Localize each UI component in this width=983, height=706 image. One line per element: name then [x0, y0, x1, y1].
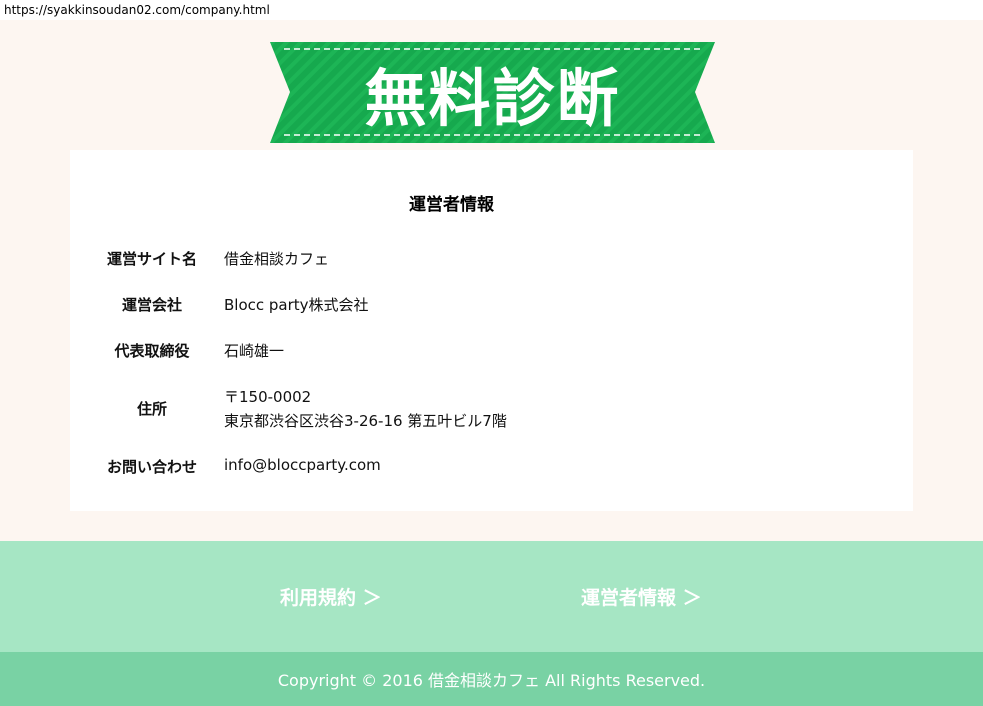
address-bar[interactable]: https://syakkinsoudan02.com/company.html — [0, 0, 983, 20]
contact-email[interactable]: info@bloccparty.com — [224, 456, 381, 474]
company-info-title: 運営者情報 — [409, 195, 494, 215]
footer-nav: 利用規約 ＞ 運営者情報 ＞ — [0, 541, 983, 652]
row-label: お問い合わせ — [106, 458, 197, 476]
row-value: 石崎雄一 — [224, 342, 285, 360]
banner-title: 無料診断 — [364, 61, 621, 135]
postal-code: 〒150-0002 — [224, 388, 312, 406]
row-label: 運営サイト名 — [106, 250, 197, 268]
terms-link[interactable]: 利用規約 ＞ — [280, 583, 382, 610]
copyright-text: Copyright © 2016 借金相談カフェ All Rights Rese… — [277, 671, 706, 690]
row-label: 代表取締役 — [114, 342, 190, 360]
row-label: 運営会社 — [121, 296, 182, 314]
row-label: 住所 — [136, 400, 167, 418]
operator-info-link[interactable]: 運営者情報 ＞ — [581, 583, 702, 610]
row-value: Blocc party株式会社 — [224, 296, 369, 314]
row-value: 借金相談カフェ — [224, 250, 330, 268]
free-diagnosis-banner[interactable]: 無料診断 — [270, 42, 715, 143]
copyright-bar: Copyright © 2016 借金相談カフェ All Rights Rese… — [0, 652, 983, 706]
street-address: 東京都渋谷区渋谷3-26-16 第五叶ビル7階 — [224, 412, 507, 430]
